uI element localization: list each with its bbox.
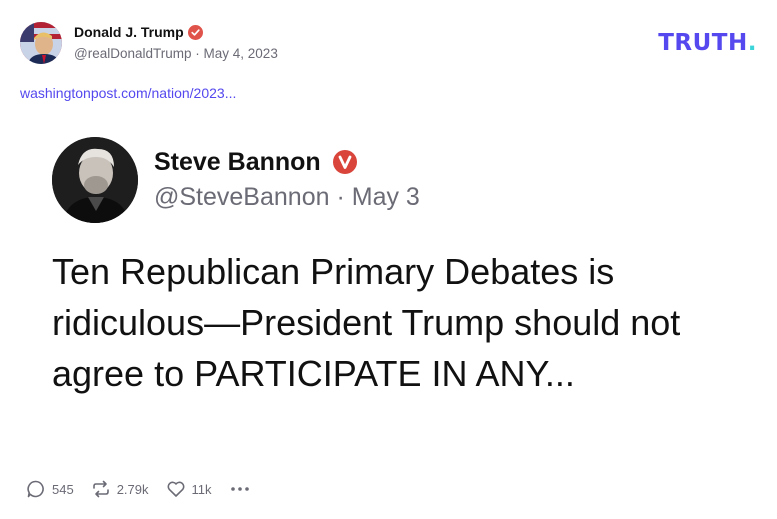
retruth-button[interactable]: 2.79k (91, 479, 149, 499)
reply-button[interactable]: 545 (26, 479, 74, 499)
embed-avatar[interactable] (52, 137, 138, 223)
embed-handle[interactable]: @SteveBannon (154, 183, 330, 211)
retruth-count: 2.79k (116, 481, 149, 497)
logo-dot: . (747, 30, 757, 56)
like-button[interactable]: 11k (166, 479, 212, 499)
retruth-icon (92, 480, 109, 498)
embed-separator: · (336, 183, 345, 211)
author-avatar[interactable] (20, 22, 62, 64)
embed-text: Ten Republican Primary Debates is ridicu… (52, 251, 681, 394)
embed-date[interactable]: May 3 (352, 183, 420, 211)
logo-text: TRUTH (658, 30, 748, 56)
more-icon (230, 487, 249, 491)
embed-meta: @SteveBannon · May 3 (154, 183, 420, 212)
action-bar: 545 2.79k 11k (26, 478, 251, 500)
post-link[interactable]: washingtonpost.com/nation/2023... (20, 85, 236, 101)
meta-separator: · (195, 46, 200, 61)
verified-badge-icon (188, 25, 203, 40)
reply-count: 545 (52, 481, 74, 497)
verified-badge-icon (333, 150, 357, 174)
more-button[interactable] (229, 479, 251, 499)
author-name[interactable]: Donald J. Trump (74, 24, 184, 40)
truth-logo[interactable]: TRUTH. (658, 30, 757, 56)
heart-icon (167, 481, 184, 497)
author-meta: @realDonaldTrump · May 4, 2023 (74, 46, 278, 61)
like-count: 11k (191, 481, 212, 497)
author-handle[interactable]: @realDonaldTrump (74, 46, 192, 61)
reply-icon (27, 480, 44, 498)
post-date[interactable]: May 4, 2023 (204, 46, 278, 61)
embed-author-name[interactable]: Steve Bannon (154, 148, 321, 177)
